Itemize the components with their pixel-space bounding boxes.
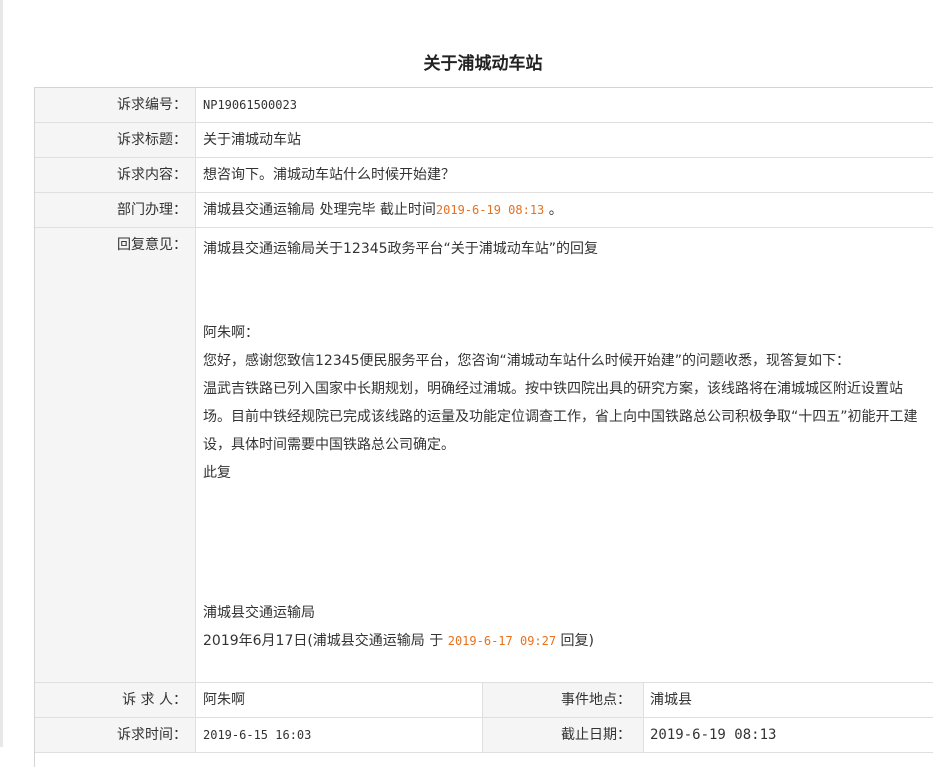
location-label: 事件地点：: [482, 683, 644, 717]
department-suffix: 。: [544, 202, 563, 218]
detail-table: 诉求编号： NP19061500023 诉求标题： 关于浦城动车站 诉求内容： …: [34, 87, 933, 767]
reply-date-prefix: 2019年6月17日(浦城县交通运输局 于: [203, 633, 448, 649]
requester-label: 诉 求 人：: [35, 683, 196, 717]
requester-value: 阿朱啊: [203, 692, 245, 708]
reply-salutation: 阿朱啊：: [203, 325, 259, 341]
row-title: 诉求标题： 关于浦城动车站: [35, 123, 933, 158]
row-requester: 诉 求 人： 阿朱啊 事件地点： 浦城县: [35, 683, 933, 718]
content-label: 诉求内容：: [35, 158, 196, 192]
left-border: [0, 0, 3, 747]
id-value: NP19061500023: [203, 98, 297, 112]
id-label: 诉求编号：: [35, 88, 196, 122]
department-deadline: 2019-6-19 08:13: [435, 203, 545, 217]
reply-date: 2019年6月17日(浦城县交通运输局 于 2019-6-17 09:27 回复…: [203, 627, 923, 655]
row-time: 诉求时间： 2019-6-15 16:03 截止日期： 2019-6-19 08…: [35, 718, 933, 753]
reply-signature: 浦城县交通运输局: [203, 605, 315, 621]
reply-para2: 温武吉铁路已列入国家中长期规划，明确经过浦城。按中铁四院出具的研究方案，该线路将…: [203, 381, 918, 453]
reply-date-suffix: 回复): [556, 633, 595, 649]
row-content: 诉求内容： 想咨询下。浦城动车站什么时候开始建？: [35, 158, 933, 193]
page-title: 关于浦城动车站: [423, 54, 543, 74]
row-department: 部门办理： 浦城县交通运输局 处理完毕 截止时间2019-6-19 08:13 …: [35, 193, 933, 228]
time-value: 2019-6-15 16:03: [203, 728, 312, 742]
content-value: 想咨询下。浦城动车站什么时候开始建？: [203, 167, 455, 183]
department-status: 浦城县交通运输局 处理完毕 截止时间2019-6-19 08:13 。: [203, 193, 933, 228]
reply-body: 浦城县交通运输局关于12345政务平台“关于浦城动车站”的回复 阿朱啊： 您好，…: [203, 235, 923, 655]
reply-heading: 浦城县交通运输局关于12345政务平台“关于浦城动车站”的回复: [203, 241, 599, 257]
title-value: 关于浦城动车站: [203, 132, 301, 148]
row-id: 诉求编号： NP19061500023: [35, 88, 933, 123]
department-label: 部门办理：: [35, 193, 196, 227]
title-label: 诉求标题：: [35, 123, 196, 157]
location-value: 浦城县: [650, 692, 692, 708]
reply-closing: 此复: [203, 465, 231, 481]
reply-date-time: 2019-6-17 09:27: [447, 634, 557, 648]
deadline-value: 2019-6-19 08:13: [650, 727, 777, 743]
row-reply: 回复意见： 浦城县交通运输局关于12345政务平台“关于浦城动车站”的回复 阿朱…: [35, 228, 933, 683]
reply-para1: 您好，感谢您致信12345便民服务平台，您咨询“浦城动车站什么时候开始建”的问题…: [203, 353, 851, 369]
reply-label: 回复意见：: [35, 228, 196, 682]
department-text: 浦城县交通运输局 处理完毕 截止时间: [203, 202, 436, 218]
